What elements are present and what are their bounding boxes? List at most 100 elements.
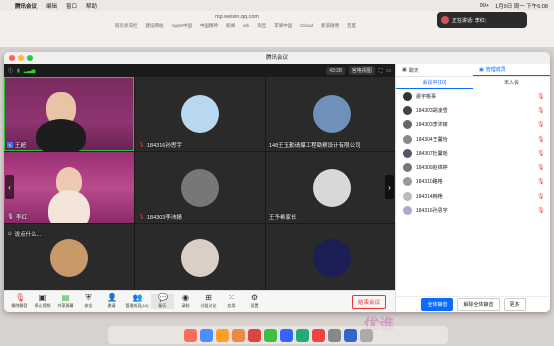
app-icon[interactable]	[343, 328, 357, 342]
member-row[interactable]: 184314韩艳 🎙	[396, 189, 550, 203]
bookmark-item[interactable]: ark	[243, 23, 249, 29]
bookmark-item[interactable]: 新闻	[226, 23, 235, 29]
member-row[interactable]: 184309赵锦婷 🎙	[396, 160, 550, 174]
tab-manage-members[interactable]: ▣ 管理成员	[473, 64, 550, 76]
menu-app-name[interactable]: 腾讯会议	[15, 2, 37, 10]
participant-tile[interactable]: 🎙 李红	[4, 152, 134, 223]
bookmark-item[interactable]: 中国精神	[200, 23, 218, 29]
mic-off-icon[interactable]: 🎙	[537, 107, 545, 114]
avatar	[403, 191, 412, 201]
tab-in-meeting[interactable]: 会议中(10)	[396, 77, 473, 89]
security-icon[interactable]: ▮	[17, 68, 20, 74]
bookmark-item[interactable]: 淘宝	[257, 23, 266, 29]
member-row[interactable]: 184307杜馨瑶 🎙	[396, 146, 550, 160]
battery-indicator[interactable]: 99+	[480, 3, 489, 9]
record-button[interactable]: ◉ 录制	[174, 294, 197, 309]
member-row[interactable]: 晨宇桃事 🎙	[396, 89, 550, 103]
participant-tile[interactable]: ☺ 说点什么...	[4, 224, 134, 292]
member-row[interactable]: 184303胡凌雪 🎙	[396, 103, 550, 117]
mic-off-icon[interactable]: 🎙	[537, 193, 545, 200]
participant-tile[interactable]: 🎙 184303李沛婧	[135, 152, 265, 223]
button-label: 管理成员(10)	[125, 303, 149, 308]
chat-input[interactable]: ☺ 说点什么...	[7, 230, 41, 238]
speaker-avatar	[441, 16, 449, 24]
member-row[interactable]: 184303李沛婧 🎙	[396, 118, 550, 132]
participant-tile[interactable]: 王予希家长	[266, 152, 397, 223]
minimize-view-icon[interactable]: ▭	[386, 68, 391, 74]
member-row[interactable]: 184316孙思宇 🎙	[396, 203, 550, 217]
participant-tile[interactable]: 🎙 184316孙思宇	[135, 77, 265, 151]
unmute-button[interactable]: 🎙 解除静音	[8, 294, 31, 309]
participant-name: 148王玉勤请爆工程勘察设计有限公司	[269, 143, 361, 149]
end-meeting-button[interactable]: 结束会议	[351, 294, 386, 309]
bookmark-item[interactable]: iCloud	[300, 23, 313, 29]
mic-off-icon[interactable]: 🎙	[537, 136, 545, 143]
safari-icon[interactable]	[215, 328, 229, 342]
apps-button[interactable]: ⁙ 应用	[220, 294, 243, 309]
menu-help[interactable]: 帮助	[86, 2, 97, 10]
trash-icon[interactable]	[359, 328, 373, 342]
mic-off-icon[interactable]: 🎙	[537, 178, 545, 185]
finder-icon[interactable]	[183, 328, 197, 342]
invite-button[interactable]: 👤 邀请	[100, 294, 123, 309]
mic-off-icon[interactable]: 🎙	[537, 121, 545, 128]
tab-not-joined[interactable]: 未入会	[473, 77, 550, 89]
participant-tile[interactable]	[266, 224, 397, 292]
chat-button[interactable]: 💬 聊天	[151, 294, 174, 309]
more-button[interactable]: 更多	[503, 298, 526, 311]
video-grid: ✎ 王超 🎙 184316孙思宇 148王玉勤请爆工程勘察设计有限公司 🎙 李红 🎙 1…	[4, 77, 397, 292]
avatar	[403, 148, 412, 158]
mute-all-button[interactable]: 全体静音	[421, 298, 454, 311]
prev-page-arrow[interactable]: ‹	[5, 175, 14, 199]
qq-icon[interactable]	[279, 328, 293, 342]
mic-off-icon[interactable]: 🎙	[537, 164, 545, 171]
tab-chat[interactable]: ▣ 聊天	[396, 64, 473, 76]
fullscreen-icon[interactable]: ⛶	[379, 68, 383, 74]
bookmark-item[interactable]: 新浪微博	[321, 23, 339, 29]
mic-icon: 🎙	[7, 214, 14, 220]
participant-tile[interactable]	[135, 224, 265, 292]
breakout-button[interactable]: ⊞ 分组讨论	[197, 294, 220, 309]
stop-video-button[interactable]: ▣ 停止视频	[31, 294, 54, 309]
view-toggle[interactable]: 宫格视图	[348, 66, 375, 75]
emoji-icon[interactable]: ☺	[7, 231, 13, 237]
bookmark-item[interactable]: 链页状况栏	[115, 23, 138, 29]
bookmark-item[interactable]: 苹果中国	[274, 23, 292, 29]
avatar	[50, 239, 88, 277]
bookmark-item[interactable]: 百度	[347, 23, 356, 29]
manage-members-button[interactable]: 👥 管理成员(10)	[123, 294, 151, 309]
unmute-all-button[interactable]: 解除全体静音	[457, 298, 500, 311]
maximize-icon[interactable]	[27, 55, 33, 61]
menu-edit[interactable]: 编辑	[46, 2, 57, 10]
app-icon[interactable]	[247, 328, 261, 342]
share-screen-button[interactable]: ▤ 共享屏幕	[54, 294, 77, 309]
info-icon[interactable]: ⓘ	[8, 67, 13, 74]
security-button[interactable]: ⛨ 安全	[77, 294, 100, 309]
settings-icon[interactable]	[327, 328, 341, 342]
mic-off-icon[interactable]: 🎙	[537, 93, 545, 100]
mic-off-icon[interactable]: 🎙	[537, 150, 545, 157]
bookmark-item[interactable]: 建设网站	[146, 23, 164, 29]
close-icon[interactable]	[9, 55, 15, 61]
settings-button[interactable]: ⚙ 设置	[243, 294, 266, 309]
menu-window[interactable]: 窗口	[66, 2, 77, 10]
minimize-icon[interactable]	[18, 55, 24, 61]
participant-name: 李红	[15, 215, 27, 221]
next-page-arrow[interactable]: ›	[385, 175, 394, 199]
member-row[interactable]: 184310路格 🎙	[396, 175, 550, 189]
app-icon[interactable]	[311, 328, 325, 342]
participant-tile[interactable]: ✎ 王超	[4, 77, 134, 151]
photos-icon[interactable]	[231, 328, 245, 342]
member-name: 184303胡凌雪	[416, 107, 448, 114]
wechat-icon[interactable]	[263, 328, 277, 342]
member-row[interactable]: 184304王馨怡 🎙	[396, 132, 550, 146]
chat-placeholder: 说点什么...	[14, 232, 42, 238]
browser-url[interactable]: mp.weixin.qq.com	[215, 14, 259, 20]
mic-off-icon[interactable]: 🎙	[537, 207, 545, 214]
button-label: 停止视频	[34, 303, 51, 308]
clock[interactable]: 1月9日 周一 下午6:08	[495, 2, 548, 10]
bookmark-item[interactable]: Apple中国	[172, 23, 193, 29]
participant-tile[interactable]: 148王玉勤请爆工程勘察设计有限公司	[266, 77, 397, 151]
launchpad-icon[interactable]	[199, 328, 213, 342]
meeting-icon[interactable]	[295, 328, 309, 342]
